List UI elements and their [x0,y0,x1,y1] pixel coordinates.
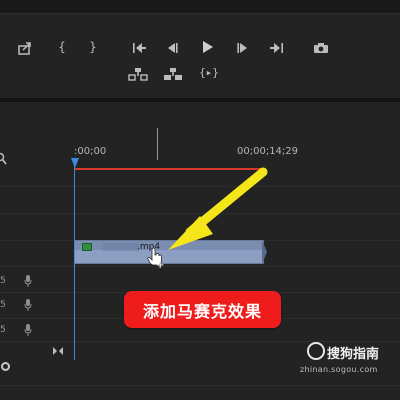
sogou-logo-icon [307,342,325,360]
annotation-label: 添加马赛克效果 [124,291,281,328]
crosshair-icon: + [156,260,165,271]
annotation-arrow [168,167,268,250]
watermark-url: zhinan.sogou.com [300,365,378,374]
watermark-brand: 搜狗指南 [327,347,380,362]
